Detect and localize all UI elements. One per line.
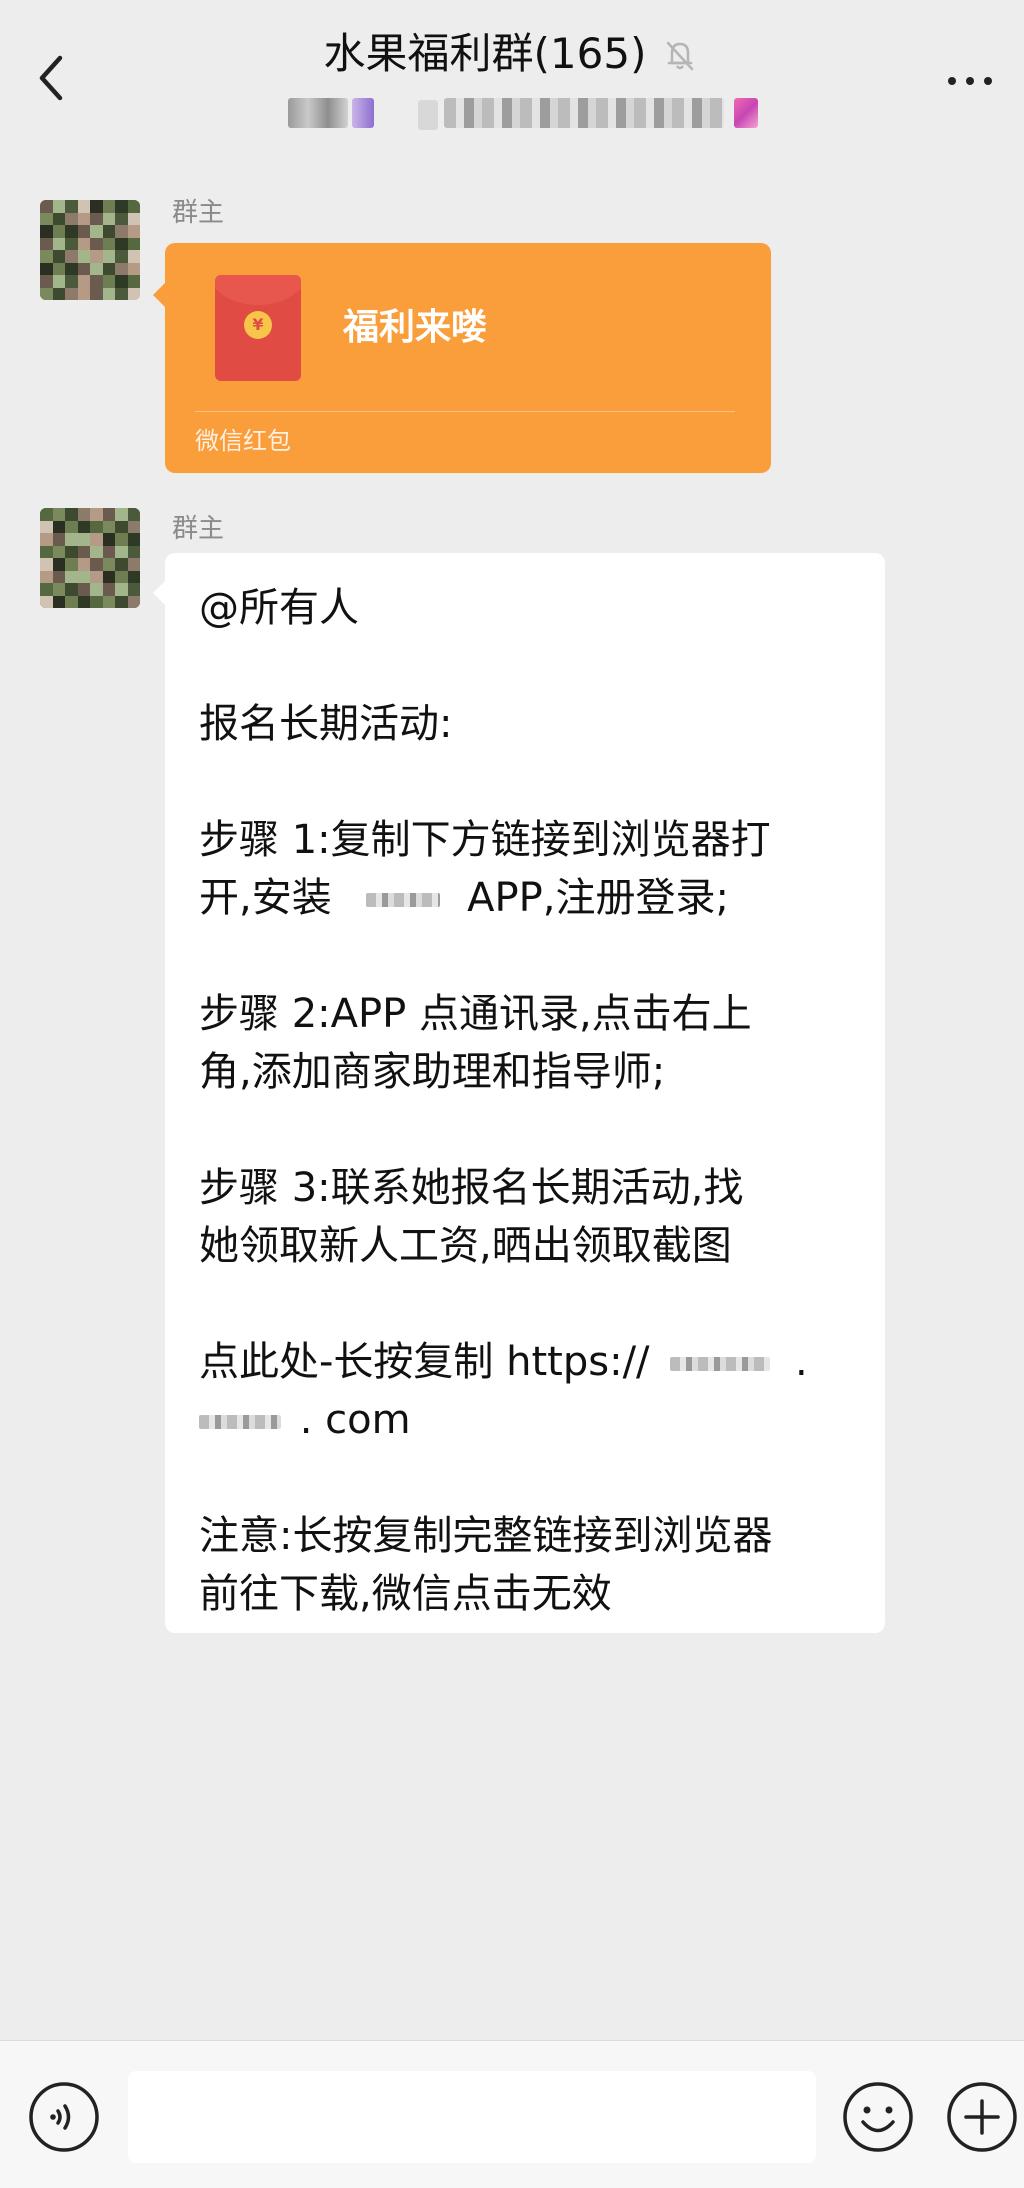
text-message-bubble[interactable]: @所有人 报名长期活动: 步骤 1:复制下方链接到浏览器打 开,安装 APP,注… bbox=[153, 553, 885, 1633]
red-packet-icon: ¥ bbox=[215, 275, 301, 381]
voice-button[interactable] bbox=[28, 2081, 100, 2153]
mention-all: @所有人 bbox=[199, 585, 359, 631]
message-text: 点此处-长按复制 https:// bbox=[199, 1339, 650, 1385]
emoji-icon bbox=[843, 2082, 913, 2152]
message-line: 开,安装 APP,注册登录; bbox=[199, 869, 855, 927]
plus-icon bbox=[947, 2082, 1017, 2152]
message-line: 角,添加商家助理和指导师; bbox=[199, 1049, 666, 1095]
redacted-url bbox=[670, 1357, 771, 1371]
message-line: 步骤 1:复制下方链接到浏览器打 bbox=[199, 817, 771, 863]
more-button[interactable] bbox=[940, 60, 1000, 100]
red-packet-title: 福利来喽 bbox=[343, 307, 488, 348]
message-line: 步骤 3:联系她报名长期活动,找 bbox=[199, 1165, 744, 1211]
link-line: 点此处-长按复制 https:// . bbox=[199, 1333, 855, 1391]
input-bar bbox=[0, 2040, 1024, 2188]
message-text: 开,安装 bbox=[199, 875, 332, 921]
chat-header: 水果福利群(165) bbox=[0, 0, 1024, 150]
link-line: . com bbox=[199, 1391, 855, 1449]
message-line: 步骤 2:APP 点通讯录,点击右上 bbox=[199, 991, 752, 1037]
plus-button[interactable] bbox=[946, 2081, 1018, 2153]
avatar[interactable] bbox=[40, 200, 140, 300]
sender-name: 群主 bbox=[172, 514, 225, 544]
message-line: 她领取新人工资,晒出领取截图 bbox=[199, 1223, 732, 1269]
avatar[interactable] bbox=[40, 508, 140, 608]
red-packet-footer: 微信红包 bbox=[195, 427, 291, 455]
emoji-button[interactable] bbox=[842, 2081, 914, 2153]
chat-title-row: 水果福利群(165) bbox=[0, 26, 1024, 82]
message-line: 前往下载,微信点击无效 bbox=[199, 1571, 612, 1617]
message-line: 报名长期活动: bbox=[199, 701, 453, 747]
redacted-url bbox=[199, 1415, 281, 1429]
chat-subtitle-redacted bbox=[288, 92, 768, 132]
red-packet-message[interactable]: ¥ 福利来喽 微信红包 bbox=[153, 243, 771, 473]
voice-icon bbox=[29, 2082, 99, 2152]
redacted-app-name bbox=[366, 893, 441, 907]
divider bbox=[195, 411, 735, 412]
message-text: . bbox=[794, 1339, 808, 1385]
message-line: 注意:长按复制完整链接到浏览器 bbox=[199, 1513, 773, 1559]
message-text: . com bbox=[299, 1397, 411, 1443]
more-dots-icon bbox=[948, 77, 956, 85]
message-input[interactable] bbox=[128, 2071, 816, 2163]
sender-name: 群主 bbox=[172, 198, 225, 228]
message-text: APP,注册登录; bbox=[467, 875, 729, 921]
bell-off-icon bbox=[660, 33, 700, 73]
chat-title: 水果福利群(165) bbox=[323, 29, 647, 78]
